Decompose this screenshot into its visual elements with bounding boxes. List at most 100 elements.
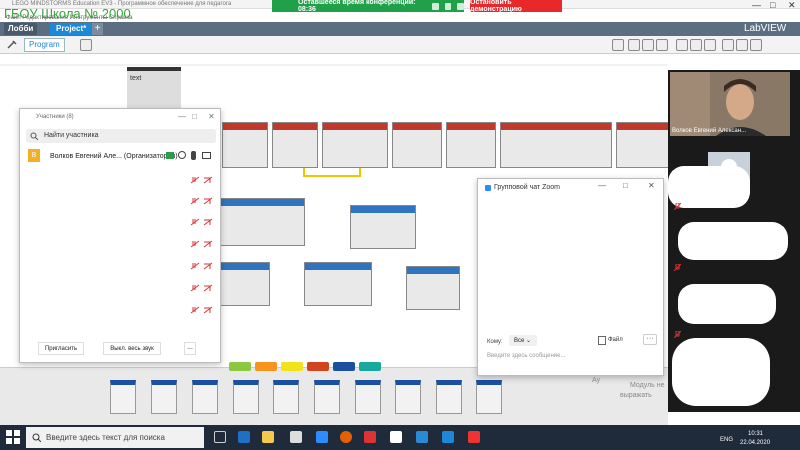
file-explorer-icon[interactable] [262,431,274,443]
mute-all-button[interactable]: Выкл. весь звук [103,342,161,355]
participant-video-tile[interactable] [678,222,788,260]
palette-tab-sensor[interactable] [281,362,303,371]
app-icon[interactable] [468,431,480,443]
participant-video-tile[interactable] [678,284,776,324]
redo-icon[interactable] [704,39,716,51]
palette-block-bluetooth[interactable] [233,380,259,414]
muted-microphone-icon[interactable] [190,197,200,205]
muted-microphone-icon[interactable] [190,218,200,226]
participants-minimize-icon[interactable]: — [178,112,186,121]
camera-off-icon[interactable] [203,218,213,226]
host-participant-name[interactable]: Волков Евгений Але... (Организатор, я) [50,153,178,160]
microphone-icon[interactable] [191,151,196,160]
palette-tab-flow[interactable] [255,362,277,371]
edge-icon[interactable] [238,431,250,443]
camera-icon[interactable] [202,152,211,159]
language-indicator[interactable]: ENG [720,437,733,443]
program-block-5[interactable] [446,122,496,168]
chat-more-button[interactable]: ··· [643,334,657,345]
palette-tab-action[interactable] [229,362,251,371]
muted-microphone-icon[interactable] [190,240,200,248]
task-view-icon[interactable] [214,431,226,443]
program-block-10[interactable] [406,266,460,310]
invite-button[interactable]: Пригласить [38,342,84,355]
palette-block-invert-motor[interactable] [395,380,421,414]
camera-off-icon[interactable] [203,306,213,314]
conference-timer-banner[interactable]: Оставшееся время конференции: 08:36 [272,0,465,13]
app-icon[interactable] [416,431,428,443]
program-block-2[interactable] [272,122,318,168]
file-icon[interactable] [598,336,606,345]
participant-video-tile[interactable] [672,338,770,406]
camera-off-icon[interactable] [203,176,213,184]
clock-time[interactable]: 10:31 [748,431,763,437]
palette-block-keep-awake[interactable] [273,380,299,414]
zoom-in-icon[interactable] [736,39,748,51]
tab-project[interactable]: Project* [50,23,93,35]
participant-search-input[interactable]: Найти участника [26,129,216,143]
palette-block-unregulated-motor[interactable] [355,380,381,414]
program-block-7[interactable] [350,205,416,249]
opera-icon[interactable] [364,431,376,443]
participants-maximize-icon[interactable]: □ [192,112,197,121]
participants-close-icon[interactable]: ✕ [208,112,215,121]
palette-block-data-logging[interactable] [151,380,177,414]
file-button[interactable]: Файл [608,337,623,343]
close-icon[interactable]: ✕ [788,0,796,11]
chat-close-icon[interactable]: ✕ [648,181,655,190]
minimize-icon[interactable]: — [752,0,761,10]
chat-message-input[interactable]: Введите здесь сообщение... [487,353,566,359]
camera-off-icon[interactable] [203,240,213,248]
chat-maximize-icon[interactable]: □ [623,181,628,190]
program-block-3[interactable] [322,122,388,168]
participant-video-tile[interactable] [668,166,750,208]
program-block-8[interactable] [220,262,270,306]
app-icon[interactable] [390,431,402,443]
compare-block[interactable] [616,122,670,168]
palette-tab-data[interactable] [307,362,329,371]
comment-add-icon[interactable] [656,39,668,51]
program-block-6[interactable] [217,198,305,246]
select-icon[interactable] [628,39,640,51]
palette-block-comment[interactable] [476,380,502,414]
zoom-chat-window[interactable]: Групповой чат Zoom — □ ✕ Кому: Все ⌄ Фай… [477,178,664,376]
tab-program[interactable]: Program [24,38,65,52]
tab-lobby[interactable]: Лобби [4,23,38,35]
comment-icon[interactable] [612,39,624,51]
more-options-button[interactable]: ... [184,342,196,355]
pause-icon[interactable] [432,2,439,10]
palette-block-file-access[interactable] [110,380,136,414]
recipient-select[interactable]: Все ⌄ [509,335,537,346]
self-video-tile[interactable] [670,72,790,136]
chat-minimize-icon[interactable]: — [598,181,606,190]
store-icon[interactable] [290,431,302,443]
add-program-icon[interactable] [80,39,92,51]
maximize-icon[interactable]: □ [770,0,775,10]
camera-off-icon[interactable] [203,262,213,270]
participants-window[interactable]: Участники (8) ✕ — □ Найти участника [19,108,221,363]
save-icon[interactable] [676,39,688,51]
clock-date[interactable]: 22.04.2020 [740,440,770,446]
advanced-math-block[interactable] [500,122,612,168]
annotate-icon[interactable] [457,2,465,10]
zoom-app-icon[interactable] [316,431,328,443]
firefox-icon[interactable] [340,431,352,443]
palette-block-stop-program[interactable] [436,380,462,414]
palette-tab-advanced[interactable] [333,362,355,371]
app-icon[interactable] [442,431,454,443]
lock-icon[interactable] [444,2,452,10]
muted-microphone-icon[interactable] [190,176,200,184]
wrench-icon[interactable] [6,40,18,50]
program-block-9[interactable] [304,262,372,306]
program-block-4[interactable] [392,122,442,168]
palette-block-messaging[interactable] [192,380,218,414]
palette-tab-myblocks[interactable] [359,362,381,371]
muted-microphone-icon[interactable] [190,262,200,270]
undo-icon[interactable] [690,39,702,51]
taskbar-search-input[interactable]: Введите здесь текст для поиска [26,427,204,448]
stop-share-button[interactable]: Остановить демонстрацию [470,0,562,13]
windows-start-icon[interactable] [6,430,20,444]
program-block-1[interactable] [222,122,268,168]
palette-block-raw-sensor[interactable] [314,380,340,414]
muted-microphone-icon[interactable] [190,284,200,292]
